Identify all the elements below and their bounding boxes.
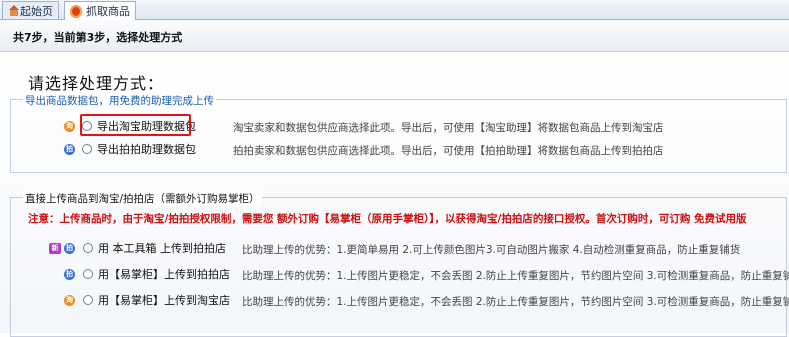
- taobao-badge-icon: 淘: [64, 294, 75, 306]
- page-title: 请选择处理方式：: [28, 74, 165, 93]
- radio-yizhanggui-paipai[interactable]: [83, 269, 93, 279]
- export-package-group: 导出商品数据包，用免费的助理完成上传: [10, 93, 787, 173]
- radio-export-paipai[interactable]: [82, 144, 92, 154]
- option-label[interactable]: 导出淘宝助理数据包: [97, 118, 196, 134]
- tab-grab-products[interactable]: 抓取商品: [64, 1, 136, 20]
- notice-text: 注意：上传商品时，由于淘宝/拍拍授权限制，需要您 额外订购【易掌柜（原用手掌柜）…: [28, 213, 747, 225]
- option-description: 拍拍卖家和数据包供应商选择此项。导出后，可使用【拍拍助理】将数据包商品上传到拍拍…: [233, 145, 664, 157]
- option-toolbox-paipai[interactable]: 新 拍 用 本工具箱 上传到拍拍店: [49, 240, 226, 256]
- radio-export-taobao[interactable]: [82, 121, 92, 131]
- option-export-paipai[interactable]: 拍 导出拍拍助理数据包: [64, 141, 196, 157]
- tab-label: 抓取商品: [86, 5, 130, 18]
- option-yizhanggui-paipai[interactable]: 拍 用【易掌柜】上传到拍拍店: [64, 266, 230, 282]
- home-icon: [8, 4, 19, 17]
- paipai-badge-icon: 拍: [64, 242, 75, 254]
- paipai-badge-icon: 拍: [64, 268, 75, 280]
- radio-yizhanggui-taobao[interactable]: [83, 295, 93, 305]
- group-legend: 导出商品数据包，用免费的助理完成上传: [23, 93, 216, 108]
- paipai-badge-icon: 拍: [64, 143, 75, 155]
- option-label[interactable]: 导出拍拍助理数据包: [97, 141, 196, 157]
- option-description: 比助理上传的优势：1.上传图片更稳定，不会丢图 2.防止上传重复图片，节约图片空…: [242, 270, 789, 282]
- option-description: 淘宝卖家和数据包供应商选择此项。导出后，可使用【淘宝助理】将数据包商品上传到淘宝…: [233, 122, 664, 134]
- option-description: 比助理上传的优势：1.更简单易用 2.可上传颜色图片3.可自动图片搬家 4.自动…: [242, 244, 741, 256]
- option-label[interactable]: 用 本工具箱 上传到拍拍店: [98, 240, 226, 256]
- group-legend: 直接上传商品到淘宝/拍拍店（需额外订购易掌柜）: [23, 191, 262, 206]
- option-export-taobao[interactable]: 淘 导出淘宝助理数据包: [64, 118, 196, 134]
- radio-toolbox-paipai[interactable]: [83, 243, 93, 253]
- new-badge-icon: 新: [49, 242, 61, 254]
- step-text: 共7步，当前第3步，选择处理方式: [13, 31, 183, 44]
- taobao-icon: [70, 4, 82, 18]
- main-content: 请选择处理方式： 导出商品数据包，用免费的助理完成上传 淘 导出淘宝助理数据包 …: [0, 52, 789, 337]
- tab-label: 起始页: [20, 4, 53, 18]
- option-label[interactable]: 用【易掌柜】上传到淘宝店: [98, 292, 230, 308]
- option-label[interactable]: 用【易掌柜】上传到拍拍店: [98, 266, 230, 282]
- taobao-badge-icon: 淘: [64, 120, 75, 132]
- tab-start-page[interactable]: 起始页: [2, 1, 59, 19]
- option-description: 比助理上传的优势：1.上传图片更稳定，不会丢图 2.防止上传重复图片，节约图片空…: [242, 296, 789, 308]
- tab-bar: 起始页 抓取商品: [0, 0, 789, 20]
- option-yizhanggui-taobao[interactable]: 淘 用【易掌柜】上传到淘宝店: [64, 292, 230, 308]
- step-indicator: 共7步，当前第3步，选择处理方式: [0, 20, 789, 52]
